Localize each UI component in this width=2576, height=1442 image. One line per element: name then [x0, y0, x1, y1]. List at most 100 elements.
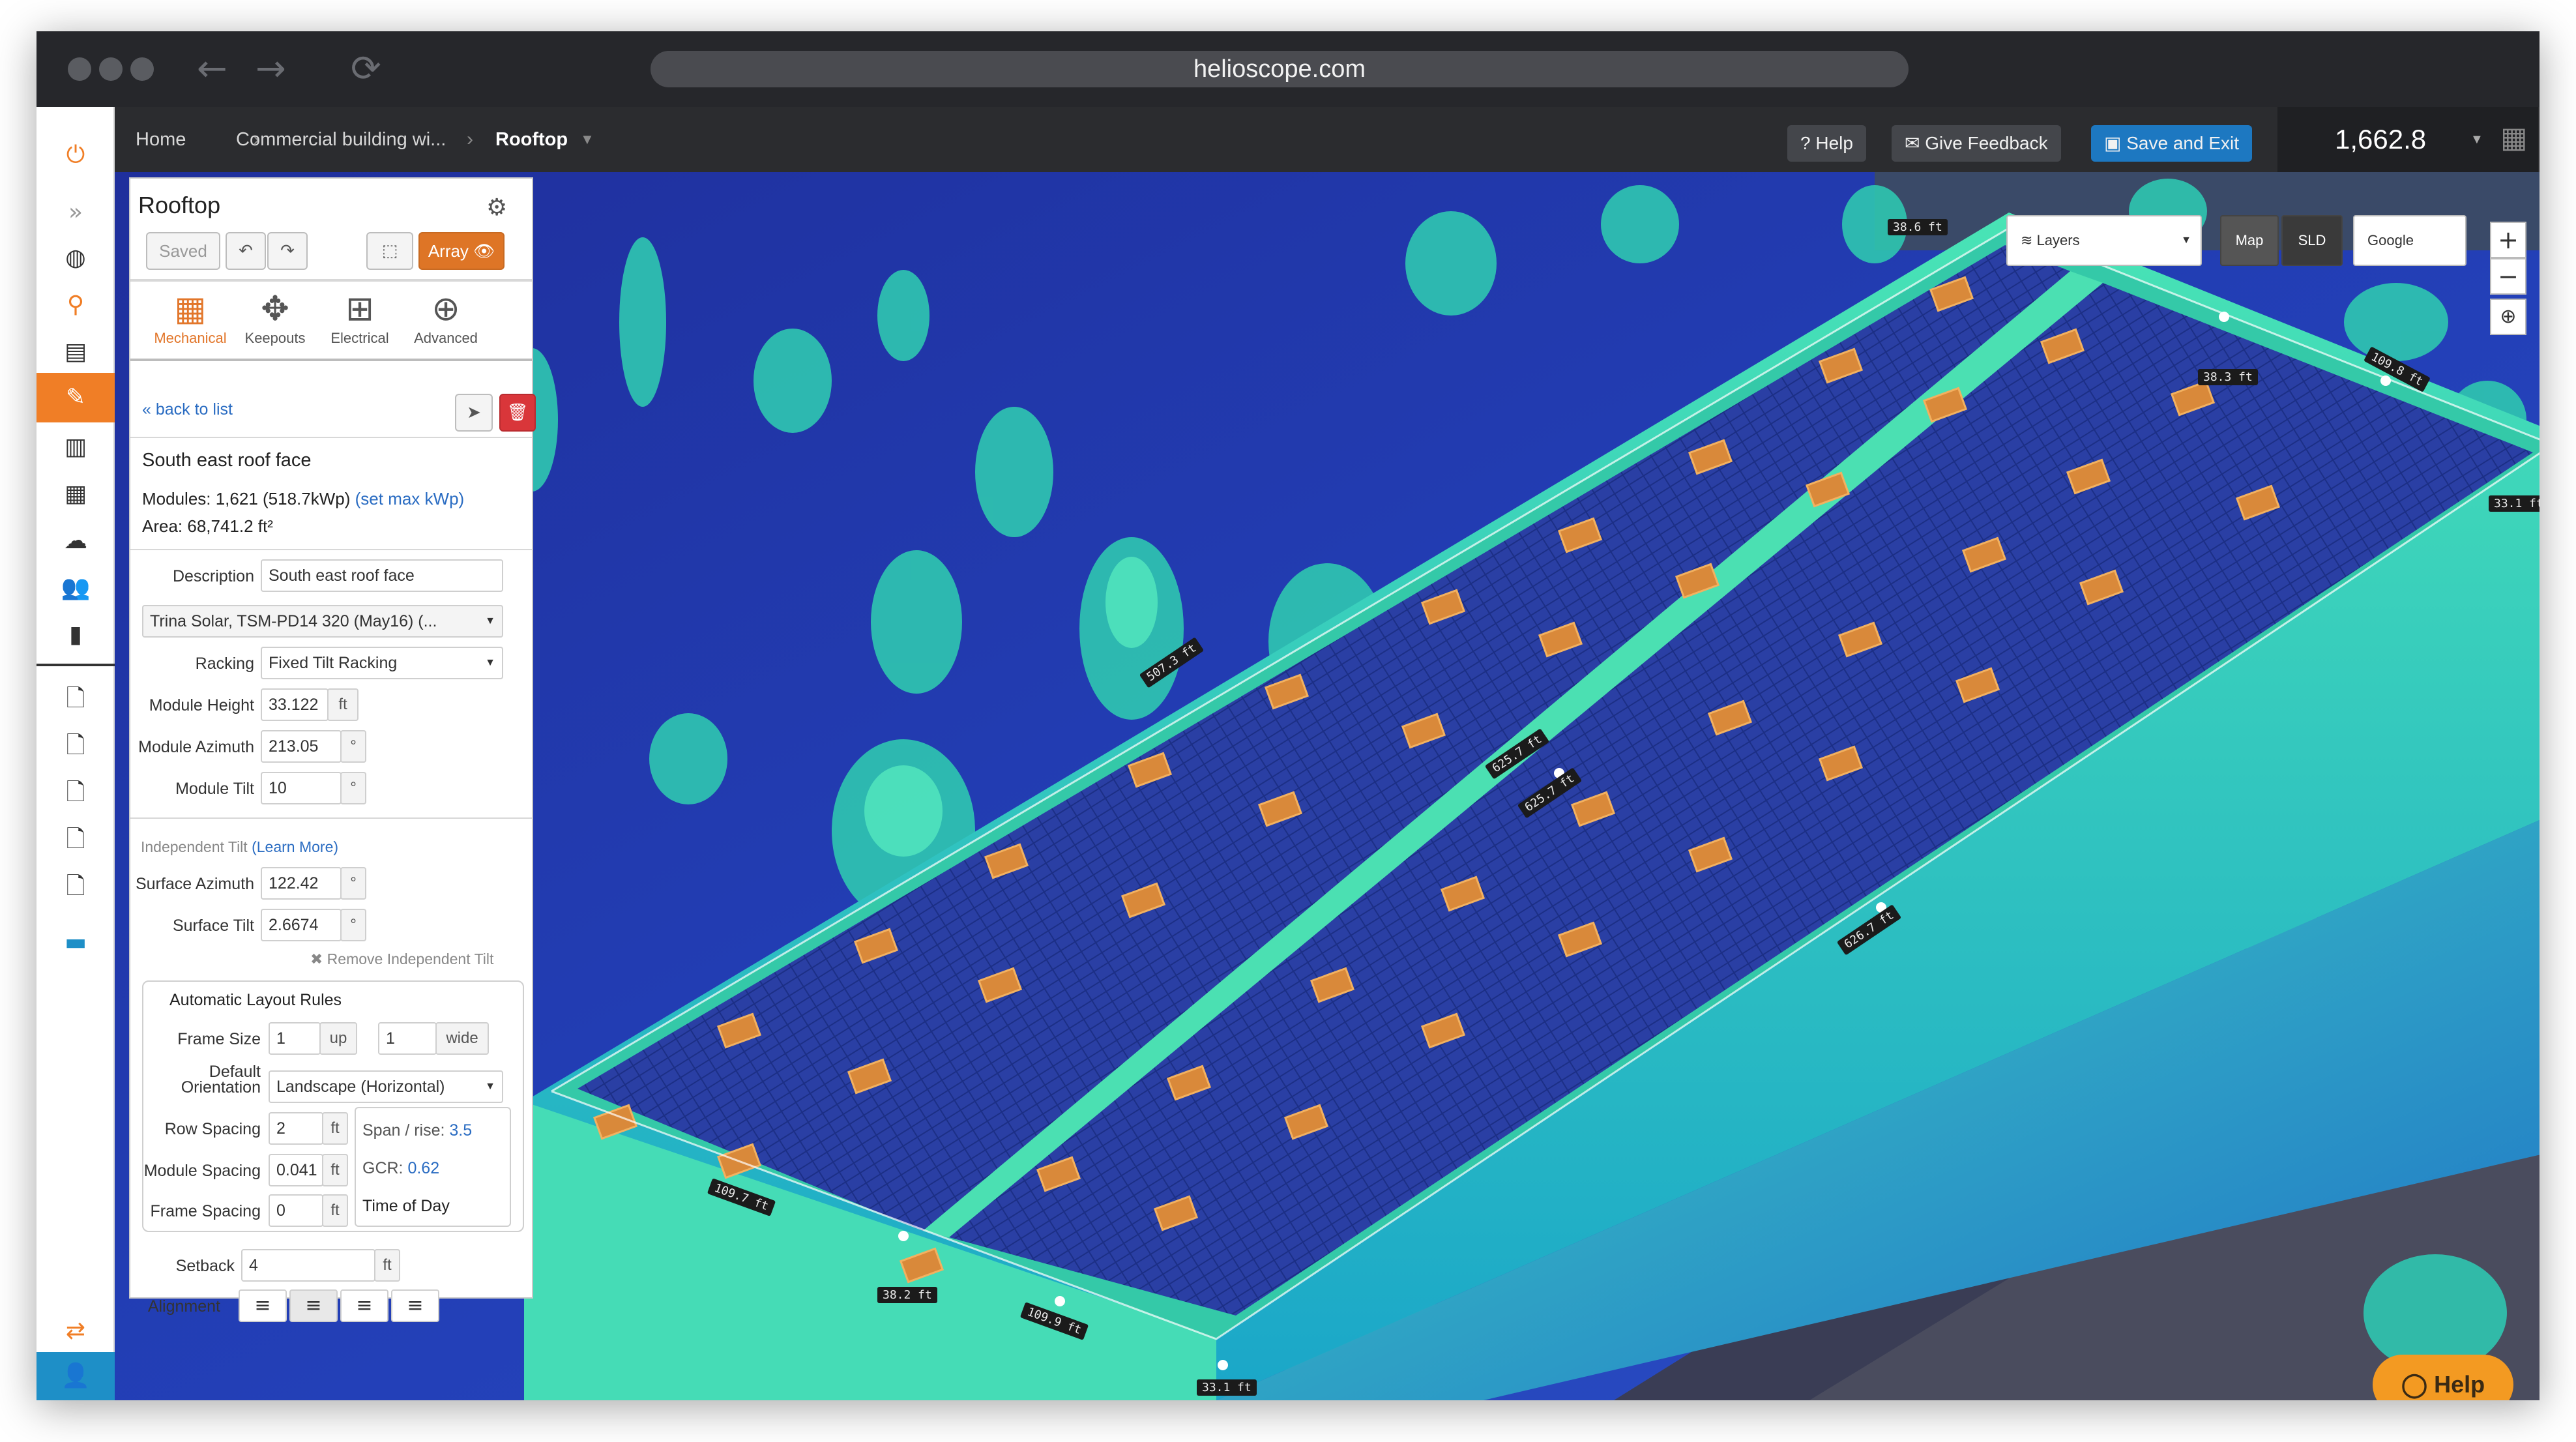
layout-icon[interactable]: ▤ [37, 331, 115, 373]
orientation-label: Default Orientation [130, 1064, 261, 1096]
align-center-button[interactable]: ≡ [289, 1289, 338, 1322]
locate-arrow-icon[interactable]: ➤ [455, 394, 493, 432]
user-icon[interactable]: 👤 [37, 1352, 115, 1400]
forward-arrow-icon[interactable]: → [256, 51, 286, 87]
cloud-icon[interactable]: ☁ [37, 520, 115, 562]
racking-value: Fixed Tilt Racking [269, 654, 398, 672]
row-spacing-input[interactable]: 2 [269, 1112, 323, 1145]
zoom-out-button[interactable]: − [2490, 258, 2526, 295]
back-arrow-icon[interactable]: ← [197, 51, 227, 87]
frame-up-input[interactable]: 1 [269, 1022, 321, 1055]
frame-wide-input[interactable]: 1 [378, 1022, 437, 1055]
select-area-icon[interactable]: ⬚ [366, 232, 413, 270]
racking-select[interactable]: Fixed Tilt Racking ▼ [261, 647, 503, 679]
surface-tilt-input[interactable]: 2.6674 [261, 909, 342, 941]
frame-spacing-label: Frame Spacing [150, 1202, 261, 1220]
book-icon[interactable]: ▮ [37, 614, 115, 656]
unit-degrees: ° [340, 730, 366, 763]
expand-icon[interactable]: » [37, 192, 115, 233]
tool-label: Advanced [414, 330, 478, 346]
calculator-icon[interactable]: ▦ [2500, 121, 2528, 154]
window-zoom-dot[interactable] [130, 57, 154, 81]
energy-readout[interactable]: 1,662.8 ▼ [2277, 107, 2538, 172]
window-close-dot[interactable] [68, 57, 91, 81]
breadcrumb-home[interactable]: Home [136, 107, 186, 172]
chevron-down-icon: ▼ [485, 1081, 495, 1092]
globe-icon[interactable]: ◍ [37, 237, 115, 279]
set-max-kwp-link[interactable]: (set max kWp) [355, 489, 465, 508]
remove-independent-tilt-link[interactable]: ✖ Remove Independent Tilt [310, 950, 493, 968]
map-pin-icon[interactable]: ⚲ [37, 284, 115, 326]
document-icon[interactable]: 🗋 [37, 819, 115, 861]
reload-icon[interactable]: ⟳ [351, 51, 381, 87]
area-text: Area: 68,741.2 ft² [142, 516, 273, 536]
module-spacing-label: Module Spacing [143, 1162, 261, 1180]
description-label: Description [172, 567, 254, 585]
wrench-icon[interactable]: ✎ [37, 373, 115, 422]
window-minimize-dot[interactable] [99, 57, 123, 81]
chevron-down-icon[interactable]: ▼ [580, 107, 594, 172]
unit-wide: wide [435, 1022, 489, 1055]
layers-dropdown[interactable]: ≋ Layers ▼ [2006, 215, 2202, 266]
breadcrumb-project[interactable]: Commercial building wi... [236, 107, 446, 172]
sld-view-button[interactable]: SLD [2281, 215, 2343, 266]
surface-azimuth-label: Surface Azimuth [135, 875, 254, 893]
module-height-input[interactable]: 33.122 [261, 688, 329, 721]
move-icon: ✥ [261, 289, 289, 329]
chevron-down-icon: ▼ [485, 615, 495, 626]
align-left-button[interactable]: ≡ [239, 1289, 287, 1322]
document-icon[interactable]: 🗋 [37, 725, 115, 767]
saved-button[interactable]: Saved [146, 232, 220, 270]
chevron-down-icon: ▼ [2470, 132, 2483, 147]
users-icon[interactable]: 👥 [37, 567, 115, 609]
time-of-day-link[interactable]: Time of Day [362, 1197, 450, 1216]
tool-advanced[interactable]: ⊕ Advanced [407, 288, 485, 347]
description-input[interactable]: South east roof face [261, 559, 503, 592]
tool-label: Keepouts [244, 330, 306, 346]
map-view-button[interactable]: Map [2220, 215, 2279, 266]
archive-icon[interactable]: ▬ [37, 922, 115, 964]
gear-icon[interactable]: ⚙ [486, 194, 507, 221]
tool-label: Mechanical [154, 330, 227, 346]
address-bar[interactable]: helioscope.com [651, 51, 1909, 87]
align-right-button[interactable]: ≡ [391, 1289, 439, 1322]
align-justify-button[interactable]: ≡ [340, 1289, 388, 1322]
array-button[interactable]: Array 👁 [418, 232, 505, 270]
delete-icon[interactable]: 🗑 [499, 394, 536, 432]
give-feedback-button[interactable]: ✉ Give Feedback [1892, 125, 2061, 162]
module-select[interactable]: Trina Solar, TSM-PD14 320 (May16) (... ▼ [142, 605, 503, 638]
browser-window: ← → ⟳ helioscope.com Home › Commercial b… [37, 31, 2539, 1400]
tool-electrical[interactable]: ⊞ Electrical [321, 288, 399, 347]
feedback-label: Give Feedback [1925, 133, 2048, 153]
undo-icon[interactable]: ↶ [226, 232, 266, 270]
redo-icon[interactable]: ↷ [267, 232, 308, 270]
setback-input[interactable]: 4 [241, 1249, 375, 1282]
back-to-list-link[interactable]: « back to list [142, 400, 233, 419]
breadcrumb-current[interactable]: Rooftop [495, 107, 568, 172]
document-icon[interactable]: 🗋 [37, 866, 115, 907]
surface-azimuth-input[interactable]: 122.42 [261, 867, 342, 900]
calculator-icon[interactable]: ▦ [37, 473, 115, 515]
sitemap-icon: ⊞ [345, 289, 374, 329]
bar-chart-icon[interactable]: ▥ [37, 426, 115, 468]
power-icon[interactable]: ⏻ [37, 134, 115, 176]
orientation-select[interactable]: Landscape (Horizontal) ▼ [269, 1070, 503, 1103]
module-tilt-input[interactable]: 10 [261, 772, 342, 804]
module-spacing-input[interactable]: 0.041 [269, 1154, 323, 1186]
save-exit-button[interactable]: ▣ Save and Exit [2091, 125, 2253, 162]
google-basemap-button[interactable]: Google [2353, 215, 2466, 266]
tool-mechanical[interactable]: ▦ Mechanical [151, 288, 229, 347]
document-icon[interactable]: 🗋 [37, 772, 115, 814]
locate-icon[interactable]: ⊕ [2490, 299, 2526, 335]
gcr-value: 0.62 [407, 1159, 440, 1177]
learn-more-link[interactable]: (Learn More) [252, 838, 338, 855]
layers-icon: ≋ [2021, 232, 2033, 248]
document-icon[interactable]: 🗋 [37, 678, 115, 720]
help-button[interactable]: ? Help [1787, 125, 1866, 162]
frame-spacing-input[interactable]: 0 [269, 1194, 323, 1227]
help-chat-button[interactable]: ◯ Help [2373, 1355, 2513, 1400]
module-azimuth-input[interactable]: 213.05 [261, 730, 342, 763]
swap-icon[interactable]: ⇄ [37, 1310, 115, 1352]
tool-keepouts[interactable]: ✥ Keepouts [236, 288, 314, 347]
zoom-in-button[interactable]: + [2490, 222, 2526, 258]
